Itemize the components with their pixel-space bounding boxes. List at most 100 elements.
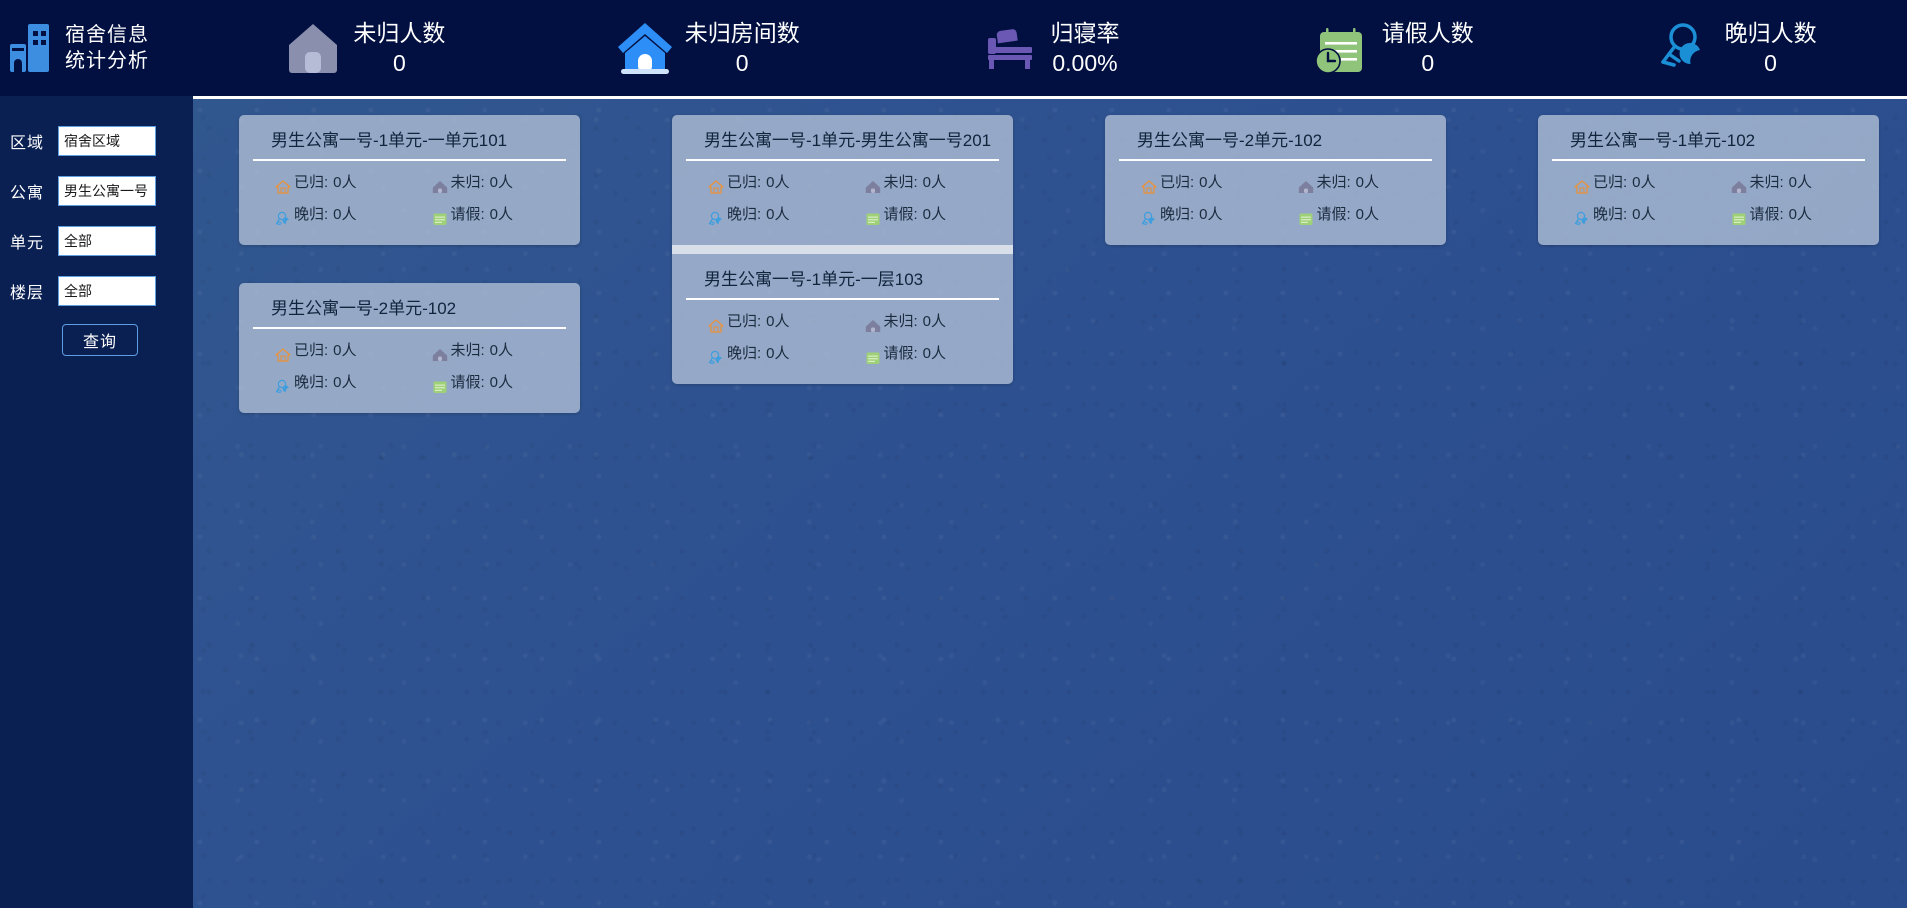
room-stats: 已归: 0人 未归: 0人 晚归: 0人 请假: 0人 — [253, 335, 566, 399]
house-purple-icon — [432, 175, 448, 193]
stat-value: 0 — [1421, 50, 1435, 76]
stat-value: 0 — [1764, 50, 1777, 76]
room-stat-leave: 请假: 0人 — [843, 338, 1000, 370]
room-stat-label: 晚归: — [1593, 206, 1628, 223]
room-column: 男生公寓一号-2单元-102 已归: 0人 未归: 0人 晚归: 0人 请假: 0人 — [1105, 115, 1446, 283]
room-stat-not-returned: 未归: 0人 — [410, 335, 567, 367]
apartment-select[interactable] — [58, 175, 156, 206]
room-stat-value: 0人 — [1632, 206, 1656, 223]
room-panel[interactable]: 男生公寓一号-1单元-102 已归: 0人 未归: 0人 晚归: 0人 请假: 0人 — [1538, 115, 1879, 245]
room-stat-value: 0人 — [766, 206, 790, 223]
stat-value: 0 — [735, 50, 749, 76]
floor-label: 楼层 — [10, 284, 45, 302]
stat-unreturned-rooms: 未归房间数 0 — [536, 0, 879, 96]
room-stat-returned: 已归: 0人 — [1552, 167, 1709, 199]
area-select[interactable] — [58, 125, 156, 156]
room-stat-label: 未归: — [883, 313, 918, 330]
room-stat-label: 已归: — [1160, 174, 1195, 191]
room-stat-leave: 请假: 0人 — [1276, 199, 1433, 231]
house-purple-icon — [865, 314, 881, 332]
room-stats: 已归: 0人 未归: 0人 晚归: 0人 请假: 0人 — [686, 167, 999, 231]
room-stat-returned: 已归: 0人 — [1119, 167, 1276, 199]
room-stat-value: 0人 — [922, 313, 947, 330]
calendar-green-icon — [1731, 207, 1747, 225]
room-card[interactable]: 男生公寓一号-1单元-102 已归: 0人 未归: 0人 晚归: 0人 请假: 0人 — [1538, 115, 1879, 245]
room-stat-late: 晚归: 0人 — [253, 199, 410, 231]
unit-select[interactable] — [58, 225, 156, 256]
room-card[interactable]: 男生公寓一号-2单元-102 已归: 0人 未归: 0人 晚归: 0人 请假: 0人 — [239, 283, 580, 413]
room-panel[interactable]: 男生公寓一号-1单元-男生公寓一号201 已归: 0人 未归: 0人 晚归: 0人 请… — [672, 115, 1013, 384]
person-moon-small-icon — [275, 375, 291, 394]
room-title: 男生公寓一号-1单元-一层103 — [686, 266, 999, 300]
room-title: 男生公寓一号-2单元-102 — [253, 295, 566, 329]
room-panel[interactable]: 男生公寓一号-1单元-一单元101 已归: 0人 未归: 0人 晚归: 0人 请假: 0… — [239, 115, 580, 245]
room-stat-label: 未归: — [1316, 174, 1351, 191]
room-stat-value: 0人 — [489, 174, 514, 191]
room-stat-returned: 已归: 0人 — [253, 335, 410, 367]
room-card[interactable]: 男生公寓一号-1单元-一层103 已归: 0人 未归: 0人 晚归: 0人 请假: 0人 — [672, 254, 1013, 384]
brand-line-1: 宿舍信息 — [65, 24, 149, 46]
room-stat-value: 0人 — [489, 342, 514, 359]
stat-leave-people: 请假人数 0 — [1221, 0, 1564, 96]
room-column: 男生公寓一号-1单元-男生公寓一号201 已归: 0人 未归: 0人 晚归: 0人 请… — [672, 115, 1013, 422]
room-panel[interactable]: 男生公寓一号-2单元-102 已归: 0人 未归: 0人 晚归: 0人 请假: 0人 — [239, 283, 580, 413]
room-stat-not-returned: 未归: 0人 — [1276, 167, 1433, 199]
room-stat-label: 未归: — [1749, 174, 1784, 191]
house-purple-icon — [865, 175, 881, 193]
building-icon — [8, 22, 56, 74]
stat-value: 0 — [392, 50, 406, 76]
room-title: 男生公寓一号-1单元-102 — [1552, 127, 1865, 161]
room-stat-label: 已归: — [1593, 174, 1628, 191]
brand-line-2: 统计分析 — [65, 50, 149, 72]
house-orange-icon — [1574, 175, 1590, 194]
house-blue-icon — [615, 18, 675, 78]
room-stat-label: 已归: — [727, 313, 762, 330]
room-stat-label: 已归: — [294, 342, 329, 359]
stat-sleep-rate: 归寝率 0.00% — [879, 0, 1222, 96]
room-stat-value: 0人 — [922, 174, 947, 191]
room-title: 男生公寓一号-2单元-102 — [1119, 127, 1432, 161]
room-card[interactable]: 男生公寓一号-2单元-102 已归: 0人 未归: 0人 晚归: 0人 请假: 0人 — [1105, 115, 1446, 245]
room-stat-not-returned: 未归: 0人 — [410, 167, 567, 199]
room-stat-label: 已归: — [294, 174, 329, 191]
stat-unreturned-people: 未归人数 0 — [193, 0, 536, 96]
room-stat-value: 0人 — [1355, 174, 1380, 191]
room-stat-value: 0人 — [1199, 206, 1223, 223]
person-moon-small-icon — [1574, 207, 1590, 226]
house-orange-icon — [275, 343, 291, 362]
room-column: 男生公寓一号-1单元-一单元101 已归: 0人 未归: 0人 晚归: 0人 请假: 0… — [239, 115, 580, 451]
stat-late-people: 晚归人数 0 — [1564, 0, 1907, 96]
room-stat-label: 请假: — [450, 206, 485, 223]
person-moon-small-icon — [708, 346, 724, 365]
stat-label: 未归人数 — [353, 20, 446, 46]
room-stat-late: 晚归: 0人 — [253, 367, 410, 399]
room-stat-label: 未归: — [450, 174, 485, 191]
house-orange-icon — [1141, 175, 1157, 194]
area-label: 区域 — [10, 134, 45, 152]
card-divider — [672, 245, 1013, 254]
room-stats: 已归: 0人 未归: 0人 晚归: 0人 请假: 0人 — [1552, 167, 1865, 231]
stat-label: 请假人数 — [1381, 20, 1474, 46]
room-card[interactable]: 男生公寓一号-1单元-一单元101 已归: 0人 未归: 0人 晚归: 0人 请假: 0… — [239, 115, 580, 245]
house-gray-icon — [283, 18, 343, 78]
stat-label: 晚归人数 — [1724, 20, 1817, 46]
room-stat-value: 0人 — [766, 345, 790, 362]
room-stat-leave: 请假: 0人 — [410, 367, 567, 399]
room-stat-value: 0人 — [922, 206, 947, 223]
room-panel[interactable]: 男生公寓一号-2单元-102 已归: 0人 未归: 0人 晚归: 0人 请假: 0人 — [1105, 115, 1446, 245]
room-stat-late: 晚归: 0人 — [686, 338, 843, 370]
header-stats: 未归人数 0 未归房间数 0 归寝率 0.00% 请假人数 0 晚归人数 0 — [193, 0, 1907, 96]
room-stat-label: 已归: — [727, 174, 762, 191]
room-stat-value: 0人 — [1199, 174, 1223, 191]
house-orange-icon — [275, 175, 291, 194]
house-purple-icon — [1298, 175, 1314, 193]
query-row: 查询 — [0, 324, 193, 356]
room-stats: 已归: 0人 未归: 0人 晚归: 0人 请假: 0人 — [1119, 167, 1432, 231]
room-column: 男生公寓一号-1单元-102 已归: 0人 未归: 0人 晚归: 0人 请假: 0人 — [1538, 115, 1879, 283]
room-stat-label: 请假: — [1316, 206, 1351, 223]
floor-select[interactable] — [58, 275, 156, 306]
filter-row-area: 区域 — [0, 124, 193, 157]
query-button[interactable]: 查询 — [62, 324, 138, 356]
room-card[interactable]: 男生公寓一号-1单元-男生公寓一号201 已归: 0人 未归: 0人 晚归: 0人 请… — [672, 115, 1013, 245]
room-stat-label: 晚归: — [294, 206, 329, 223]
